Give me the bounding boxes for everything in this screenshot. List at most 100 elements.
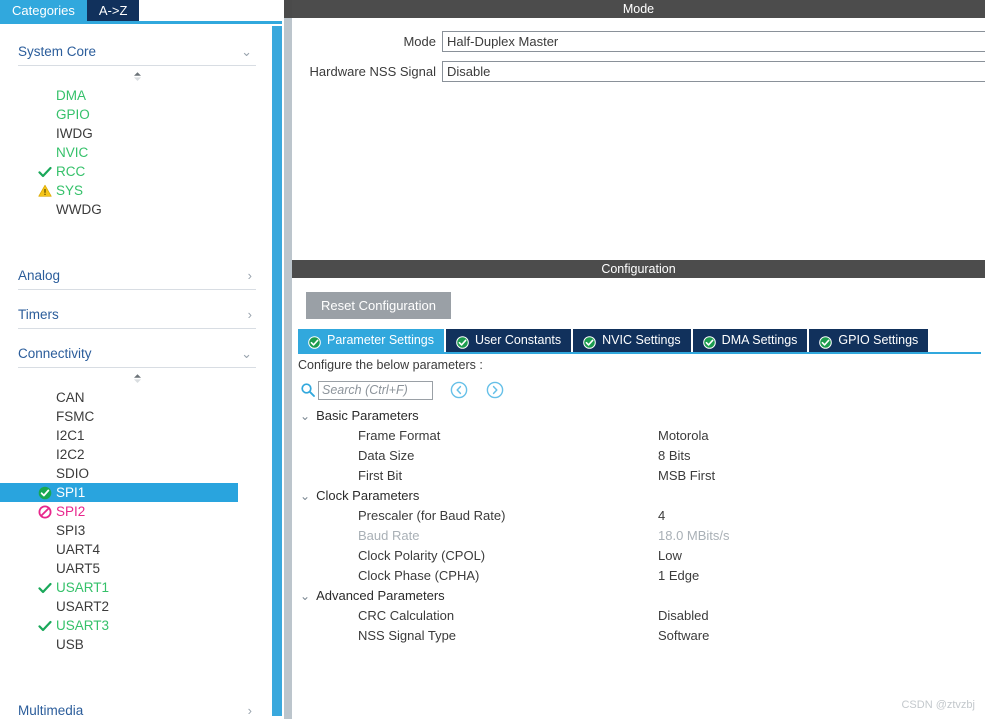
parameter-value[interactable]: 8 Bits xyxy=(658,446,691,466)
peripheral-item-rcc[interactable]: RCC xyxy=(18,162,256,181)
parameter-value[interactable]: MSB First xyxy=(658,466,715,486)
parameter-row[interactable]: Data Size 8 Bits xyxy=(300,446,985,466)
parameter-group-label: Clock Parameters xyxy=(316,488,420,503)
parameter-value[interactable]: Disabled xyxy=(658,606,709,626)
check-circle-icon xyxy=(583,334,596,349)
window-scrollbar-track[interactable] xyxy=(284,0,292,719)
parameter-row[interactable]: NSS Signal Type Software xyxy=(300,626,985,646)
sidebar-section-analog: Analog › xyxy=(18,262,256,290)
section-header-timers[interactable]: Timers › xyxy=(18,301,256,329)
peripheral-label: RCC xyxy=(56,164,86,179)
peripheral-list: CAN FSMC I2C1 I2C2 SDIO SPI1 SPI2 SPI3 UART4 UART… xyxy=(0,388,256,654)
parameter-group-advanced-parameters[interactable]: ⌄ Advanced Parameters xyxy=(300,586,985,606)
check-circle-icon xyxy=(456,334,469,349)
chevron-down-icon[interactable]: ⌄ xyxy=(241,347,256,360)
parameter-row[interactable]: First Bit MSB First xyxy=(300,466,985,486)
parameter-name: Data Size xyxy=(358,448,415,463)
peripheral-item-uart5[interactable]: UART5 xyxy=(18,559,256,578)
peripheral-label: WWDG xyxy=(56,202,102,217)
peripheral-item-uart4[interactable]: UART4 xyxy=(18,540,256,559)
chevron-down-icon[interactable]: ⌄ xyxy=(300,586,310,606)
parameter-value[interactable]: 1 Edge xyxy=(658,566,699,586)
chevron-right-icon[interactable]: › xyxy=(248,704,256,717)
parameter-row[interactable]: Clock Phase (CPHA) 1 Edge xyxy=(300,566,985,586)
peripheral-item-spi1[interactable]: SPI1 xyxy=(0,483,238,502)
parameter-row[interactable]: Clock Polarity (CPOL) Low xyxy=(300,546,985,566)
parameter-search-input[interactable] xyxy=(318,380,433,400)
peripheral-item-can[interactable]: CAN xyxy=(18,388,256,407)
sidebar-section-timers: Timers › xyxy=(18,301,256,329)
peripheral-item-usart1[interactable]: USART1 xyxy=(18,578,256,597)
peripheral-item-usb[interactable]: USB xyxy=(18,635,256,654)
peripheral-item-gpio[interactable]: GPIO xyxy=(18,105,256,124)
section-header-system-core[interactable]: System Core ⌄ xyxy=(18,38,256,66)
peripheral-item-sdio[interactable]: SDIO xyxy=(18,464,256,483)
config-tab-label: Parameter Settings xyxy=(327,333,434,347)
check-icon xyxy=(38,581,52,595)
parameter-group-basic-parameters[interactable]: ⌄ Basic Parameters xyxy=(300,406,985,426)
peripheral-item-iwdg[interactable]: IWDG xyxy=(18,124,256,143)
sidebar-scrollbar-thumb[interactable] xyxy=(272,26,282,716)
chevron-down-icon[interactable]: ⌄ xyxy=(241,45,256,58)
section-scroll-spinner[interactable] xyxy=(18,372,256,386)
parameter-value[interactable]: 4 xyxy=(658,506,665,526)
section-title: Connectivity xyxy=(18,346,92,361)
peripheral-item-sys[interactable]: SYS xyxy=(18,181,256,200)
parameter-group-clock-parameters[interactable]: ⌄ Clock Parameters xyxy=(300,486,985,506)
section-header-connectivity[interactable]: Connectivity ⌄ xyxy=(18,340,256,368)
peripheral-label: USB xyxy=(56,637,84,652)
mode-field-hardware-nss-signal[interactable]: Disable xyxy=(442,60,985,82)
check-icon xyxy=(38,619,52,633)
section-scroll-spinner[interactable] xyxy=(18,70,256,84)
mode-panel-body: Mode Half-Duplex Master Hardware NSS Signa… xyxy=(292,18,985,246)
peripheral-item-i2c2[interactable]: I2C2 xyxy=(18,445,256,464)
peripheral-item-spi2[interactable]: SPI2 xyxy=(18,502,256,521)
sidebar-section-system-core: System Core ⌄ DMA GPIO IWDG NVIC RCC SYS WWDG xyxy=(18,38,256,219)
parameter-name: Clock Polarity (CPOL) xyxy=(358,548,486,563)
config-tab-gpio-settings[interactable]: GPIO Settings xyxy=(809,329,929,352)
parameter-value[interactable]: Motorola xyxy=(658,426,709,446)
section-title: Timers xyxy=(18,307,59,322)
configuration-panel-title: Configuration xyxy=(292,260,985,278)
sidebar-tabbar: Categories A->Z xyxy=(0,0,282,21)
peripheral-label: USART3 xyxy=(56,618,110,633)
peripheral-item-i2c1[interactable]: I2C1 xyxy=(18,426,256,445)
chevron-right-icon[interactable]: › xyxy=(248,269,256,282)
peripheral-item-wwdg[interactable]: WWDG xyxy=(18,200,256,219)
chevron-right-icon[interactable]: › xyxy=(248,308,256,321)
chevron-down-icon[interactable]: ⌄ xyxy=(300,406,310,426)
parameter-value[interactable]: Software xyxy=(658,626,709,646)
section-header-analog[interactable]: Analog › xyxy=(18,262,256,290)
reset-configuration-button[interactable]: Reset Configuration xyxy=(306,292,451,319)
parameter-group-label: Advanced Parameters xyxy=(316,588,445,603)
peripheral-item-nvic[interactable]: NVIC xyxy=(18,143,256,162)
sidebar-tab-a-to-z[interactable]: A->Z xyxy=(86,0,140,21)
parameter-name: Baud Rate xyxy=(358,528,420,543)
search-next-icon[interactable] xyxy=(485,380,505,400)
section-header-multimedia[interactable]: Multimedia › xyxy=(18,697,256,719)
parameter-row[interactable]: Frame Format Motorola xyxy=(300,426,985,446)
chevron-down-icon[interactable]: ⌄ xyxy=(300,486,310,506)
config-tab-dma-settings[interactable]: DMA Settings xyxy=(692,329,808,352)
parameter-group-label: Basic Parameters xyxy=(316,408,419,423)
peripheral-item-dma[interactable]: DMA xyxy=(18,86,256,105)
peripheral-item-fsmc[interactable]: FSMC xyxy=(18,407,256,426)
parameter-table: ⌄ Basic Parameters Frame Format Motorola Dat… xyxy=(292,406,985,646)
config-tab-user-constants[interactable]: User Constants xyxy=(446,329,572,352)
parameter-row[interactable]: Prescaler (for Baud Rate) 4 xyxy=(300,506,985,526)
sidebar-tab-categories[interactable]: Categories xyxy=(0,0,87,21)
peripheral-label: IWDG xyxy=(56,126,93,141)
search-previous-icon[interactable] xyxy=(449,380,469,400)
peripheral-label: FSMC xyxy=(56,409,95,424)
peripheral-label: CAN xyxy=(56,390,85,405)
peripheral-item-usart3[interactable]: USART3 xyxy=(18,616,256,635)
peripheral-item-usart2[interactable]: USART2 xyxy=(18,597,256,616)
config-tab-nvic-settings[interactable]: NVIC Settings xyxy=(573,329,691,352)
mode-field-mode[interactable]: Half-Duplex Master xyxy=(442,30,985,52)
config-tab-parameter-settings[interactable]: Parameter Settings xyxy=(298,329,444,352)
parameter-value[interactable]: Low xyxy=(658,546,682,566)
peripheral-item-spi3[interactable]: SPI3 xyxy=(18,521,256,540)
parameter-row[interactable]: CRC Calculation Disabled xyxy=(300,606,985,626)
peripheral-label: USART1 xyxy=(56,580,110,595)
config-tab-label: NVIC Settings xyxy=(602,333,681,347)
